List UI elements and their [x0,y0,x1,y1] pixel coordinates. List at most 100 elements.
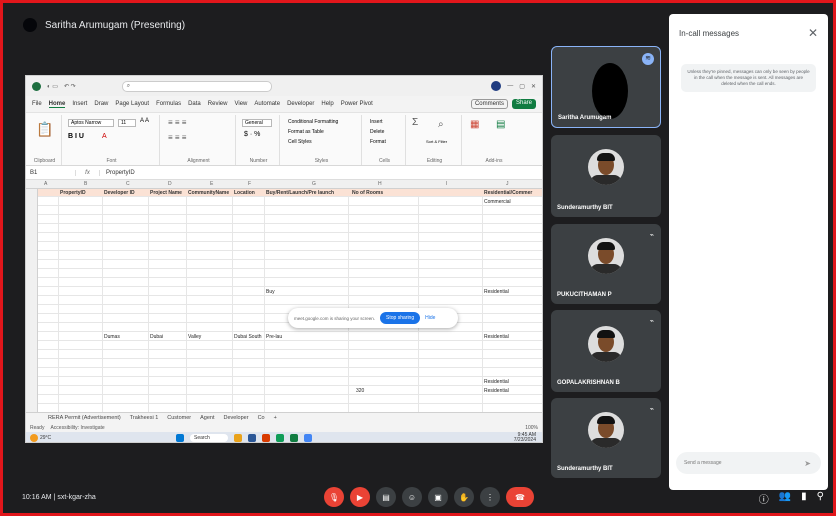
chrome-icon[interactable] [276,434,284,442]
col-c[interactable]: C [126,181,130,187]
font-size-select[interactable]: 11 [118,119,136,127]
taskbar-search[interactable]: Search [190,434,228,442]
minimize-icon[interactable]: — [507,83,513,89]
conditional-formatting-button[interactable]: Conditional Formatting [288,119,338,125]
status-accessibility[interactable]: Accessibility: Investigate [50,425,104,431]
weather-icon[interactable] [30,434,38,442]
paste-icon[interactable]: 📋 [36,121,53,138]
format-cells-button[interactable]: Format [370,139,386,145]
menu-review[interactable]: Review [208,101,228,107]
cell[interactable]: Dubai South [234,334,262,340]
insert-cells-button[interactable]: Insert [370,119,383,125]
menu-home[interactable]: Home [48,101,66,108]
menu-data[interactable]: Data [188,101,201,107]
menu-help[interactable]: Help [321,101,333,107]
autosum-icon[interactable]: Σ [412,117,418,128]
header-cell[interactable]: No of Rooms [352,190,383,196]
table-row[interactable] [38,342,542,350]
mic-toggle-button[interactable]: 🎙 [324,487,344,507]
table-row[interactable] [38,234,542,242]
header-cell[interactable]: Developer ID [104,190,135,196]
cell[interactable]: Buy [266,289,275,295]
col-e[interactable]: E [210,181,213,187]
send-icon[interactable]: ➤ [804,459,811,468]
undo-icon[interactable]: ↶ ↷ [64,83,76,90]
find-select-icon[interactable]: ⌕ [438,119,444,130]
analyze-data-icon[interactable]: ▤ [496,119,505,130]
formula-input[interactable]: PropertyID [100,170,135,176]
app-icon[interactable] [304,434,312,442]
header-cell[interactable]: Project Name [150,190,182,196]
table-row[interactable] [38,270,542,278]
cell[interactable]: Commercial [484,199,511,205]
maximize-icon[interactable]: ▢ [519,83,525,90]
menu-insert[interactable]: Insert [72,101,87,107]
menu-view[interactable]: View [234,101,247,107]
menu-power-pivot[interactable]: Power Pivot [341,101,373,107]
fx-icon[interactable]: fx [76,169,100,176]
close-icon[interactable]: ✕ [808,26,818,40]
cell[interactable]: Pre-lau [266,334,282,340]
currency-percent-icons[interactable]: $ · % [244,131,260,138]
participant-tile[interactable]: Sunderamurthy BIT [551,135,661,217]
table-row[interactable] [38,396,542,404]
delete-cells-button[interactable]: Delete [370,129,384,135]
end-call-button[interactable]: ☎ [506,487,534,507]
col-d[interactable]: D [168,181,172,187]
header-cell[interactable]: Buy/Rent/Launch/Pre launch [266,190,334,196]
cell[interactable]: Residential [484,289,509,295]
raise-hand-button[interactable]: ✋ [454,487,474,507]
font-name-select[interactable]: Aptos Narrow [68,119,114,127]
stop-sharing-button[interactable]: Stop sharing [380,312,421,324]
header-cell[interactable]: CommunityName [188,190,229,196]
sheet-tab[interactable]: Developer [224,415,249,421]
menu-page-layout[interactable]: Page Layout [115,101,149,107]
sheet-tab[interactable]: Co [258,415,265,421]
excel-search-box[interactable]: ⌕ [121,80,272,92]
participant-tile[interactable]: ⌁ Sunderamurthy BIT [551,398,661,478]
captions-button[interactable]: ▤ [376,487,396,507]
sheet-tab[interactable]: RERA Permit (Advertisement) [48,415,121,421]
share-button[interactable]: Share [511,99,536,109]
excel-taskbar-icon[interactable] [290,434,298,442]
profile-avatar[interactable] [491,81,502,91]
font-size-icons[interactable]: A A [140,118,149,124]
present-button[interactable]: ▣ [428,487,448,507]
col-a[interactable]: A [44,181,47,187]
table-row[interactable] [38,369,542,377]
add-sheet-icon[interactable]: + [274,415,277,421]
table-row[interactable]: Residential [38,378,542,386]
col-f[interactable]: F [248,181,251,187]
table-row[interactable]: Commercial [38,198,542,206]
col-i[interactable]: I [446,181,447,187]
col-j[interactable]: J [506,181,509,187]
table-row[interactable] [38,261,542,269]
cell[interactable]: Residential [484,379,509,385]
cell[interactable]: Dumas [104,334,120,340]
cell-styles-button[interactable]: Cell Styles [288,139,312,145]
menu-automate[interactable]: Automate [254,101,280,107]
table-row[interactable] [38,225,542,233]
col-h[interactable]: H [378,181,382,187]
table-row[interactable]: Buy Residential [38,288,542,296]
activities-icon[interactable]: ⚲ [817,491,824,506]
cell[interactable]: 320 [356,388,364,394]
chat-input[interactable]: Send a message ➤ [676,452,821,474]
table-row[interactable] [38,360,542,368]
table-row[interactable] [38,207,542,215]
header-cell[interactable]: PropertyID [60,190,86,196]
table-row[interactable]: Dumas Dubai Valley Dubai South Pre-lau R… [38,333,542,341]
menu-formulas[interactable]: Formulas [156,101,181,107]
header-cell[interactable]: Residential/Commer [484,190,532,196]
comments-button[interactable]: Comments [470,99,508,109]
col-g[interactable]: G [312,181,316,187]
table-row[interactable]: 320 Residential [38,387,542,395]
justify-icons[interactable]: ≡ ≡ ≡ [168,133,186,142]
format-as-table-button[interactable]: Format as Table [288,129,324,135]
sheet-tab[interactable]: Customer [167,415,191,421]
addins-icon[interactable]: ▦ [470,119,479,130]
bold-italic-underline-icons[interactable]: B I U [68,133,84,140]
close-window-icon[interactable]: ✕ [531,83,536,90]
participant-tile[interactable]: ⌁ GOPALAKRISHNAN B [551,310,661,392]
header-cell[interactable]: Location [234,190,255,196]
